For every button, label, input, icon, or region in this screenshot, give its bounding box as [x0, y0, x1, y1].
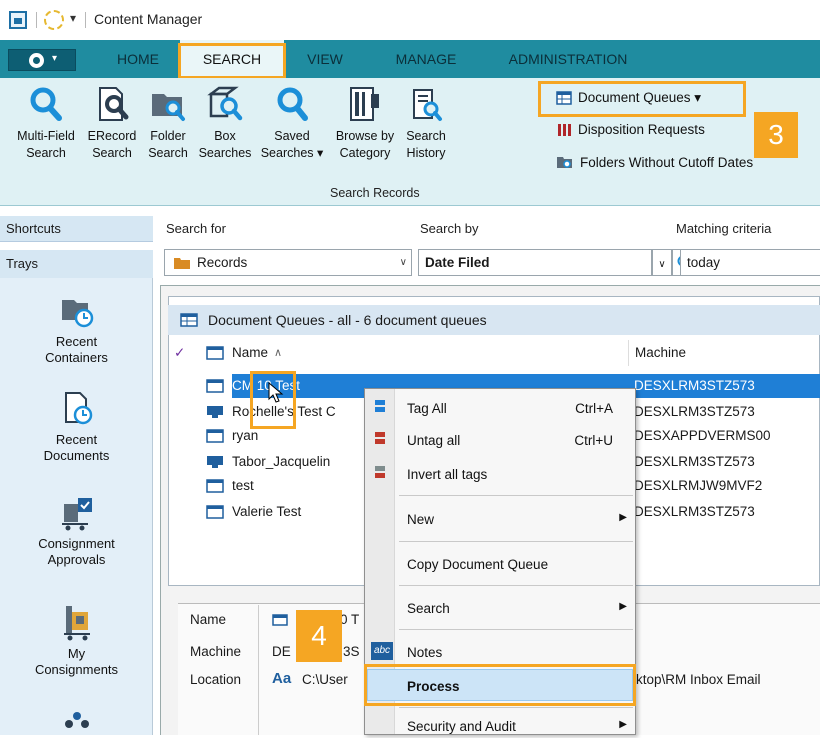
quick-access-dropdown-icon[interactable]: ▾: [70, 11, 76, 25]
matching-criteria-input[interactable]: today: [680, 249, 820, 276]
table-row[interactable]: Tabor_Jacquelin: [206, 450, 330, 474]
document-queue-icon: [206, 429, 224, 443]
search-history-button[interactable]: Search History: [396, 84, 456, 162]
quick-access-icon[interactable]: [44, 10, 64, 30]
submenu-arrow-icon: ▶: [619, 512, 627, 523]
app-menu-icon: [29, 53, 44, 68]
document-queue-icon: [180, 313, 198, 327]
machine-cell: DESXLRM3STZ573: [634, 378, 755, 393]
tag-all-icon: [375, 400, 385, 412]
details-name-label: Name: [190, 612, 227, 627]
list-window-title: Document Queues - all - 6 document queue…: [168, 305, 820, 335]
tab-view[interactable]: VIEW: [295, 40, 355, 78]
trays-panel: Recent Containers Recent Documents Consi…: [0, 278, 153, 735]
my-consignments-icon: [63, 606, 90, 641]
disposition-requests-button[interactable]: Disposition Requests: [556, 122, 705, 137]
folders-without-cutoff-button[interactable]: Folders Without Cutoff Dates: [556, 154, 753, 170]
tray-consignment-approvals[interactable]: Consignment Approvals: [0, 496, 153, 568]
details-location-tail: ktop\RM Inbox Email: [636, 672, 761, 687]
browse-by-category-button[interactable]: Browse by Category: [330, 84, 400, 162]
ribbon-group-label: Search Records: [330, 186, 420, 200]
machine-cell: DESXLRM3STZ573: [634, 504, 755, 519]
folder-search-icon: [152, 94, 185, 121]
tab-administration[interactable]: ADMINISTRATION: [490, 40, 646, 78]
tray-more[interactable]: [0, 710, 153, 738]
name-column-header[interactable]: Name ∧: [206, 340, 626, 366]
submenu-arrow-icon: ▶: [619, 601, 627, 612]
disposition-icon: [558, 123, 571, 136]
search-by-dropdown-button[interactable]: ∨: [652, 249, 672, 276]
erecord-search-button[interactable]: ERecord Search: [82, 84, 142, 162]
table-row[interactable]: Valerie Test: [206, 500, 301, 524]
trays-header[interactable]: Trays: [0, 250, 153, 278]
sort-ascending-icon: ∧: [274, 347, 283, 359]
machine-cell: DESXLRMJW9MVF2: [634, 478, 763, 493]
recent-containers-icon: [61, 300, 93, 328]
document-queue-icon: [206, 379, 224, 393]
machine-cell: DESXAPPDVERMS00: [634, 428, 771, 443]
search-labels: Search for Search by Matching criteria: [166, 221, 772, 236]
ribbon-tab-bar: ▾ HOME SEARCH VIEW MANAGE ADMINISTRATION: [0, 40, 820, 78]
details-name-value: 0 T: [340, 612, 360, 627]
chevron-down-icon: ∨: [399, 257, 407, 268]
tray-recent-containers[interactable]: Recent Containers: [0, 294, 153, 366]
file-menu-button[interactable]: ▾: [8, 49, 76, 71]
app-icon: [9, 11, 27, 29]
folder-search-icon: [557, 157, 572, 168]
details-machine-value: DE: [272, 644, 291, 659]
title-bar: ▾ Content Manager: [0, 0, 820, 40]
notes-icon: abc: [371, 642, 393, 660]
document-queue-icon: [206, 479, 224, 493]
history-icon: [413, 89, 442, 121]
computer-queue-icon: [207, 406, 223, 418]
multi-field-search-button[interactable]: Multi-Field Search: [6, 84, 86, 162]
step-4-callout: 4: [296, 610, 342, 662]
window-title: Content Manager: [94, 11, 203, 27]
chevron-down-icon: ∨: [658, 259, 666, 270]
category-icon: [350, 87, 379, 121]
tab-home[interactable]: HOME: [102, 40, 174, 78]
box-search-icon: [207, 86, 243, 121]
untag-icon: [375, 432, 385, 444]
document-queues-highlight: [538, 81, 746, 117]
step-3-callout: 3: [754, 112, 798, 158]
text-file-icon: Aa: [272, 670, 292, 687]
records-folder-icon: [174, 258, 190, 269]
invert-tags-icon: [375, 466, 385, 478]
details-machine-label: Machine: [190, 644, 242, 659]
submenu-arrow-icon: ▶: [619, 719, 627, 730]
box-searches-button[interactable]: Box Searches: [190, 84, 260, 162]
search-for-select[interactable]: Records ∨: [164, 249, 412, 276]
chevron-down-icon: ▾: [52, 53, 58, 64]
process-highlight: [364, 664, 636, 706]
erecord-search-icon: [99, 87, 129, 121]
tray-my-consignments[interactable]: My Consignments: [0, 604, 153, 678]
details-location-label: Location: [190, 672, 242, 687]
consignment-approvals-icon: [61, 498, 92, 531]
details-location-value: C:\User: [302, 672, 348, 687]
folder-search-button[interactable]: Folder Search: [138, 84, 198, 162]
machine-cell: DESXLRM3STZ573: [634, 454, 755, 469]
search-by-select[interactable]: Date Filed: [418, 249, 652, 276]
search-tab-highlight: [178, 43, 286, 79]
machine-column-header[interactable]: Machine: [628, 340, 820, 366]
details-machine-value-tail: 3S: [343, 644, 360, 659]
recent-documents-icon: [64, 392, 92, 425]
table-row[interactable]: test: [206, 474, 254, 498]
magnifier-icon: [30, 87, 62, 121]
document-queue-icon: [272, 614, 288, 626]
magnifier-icon: [277, 87, 308, 121]
computer-queue-icon: [207, 456, 223, 468]
machine-cell: DESXLRM3STZ573: [634, 404, 755, 419]
document-queue-icon: [206, 346, 224, 360]
tray-recent-documents[interactable]: Recent Documents: [0, 390, 153, 464]
people-icon: [64, 712, 89, 728]
tab-manage[interactable]: MANAGE: [378, 40, 474, 78]
saved-searches-button[interactable]: Saved Searches ▾: [256, 84, 328, 162]
document-queue-icon: [206, 505, 224, 519]
mouse-cursor-icon: [268, 382, 284, 403]
tag-column-header[interactable]: ✓: [174, 340, 194, 366]
